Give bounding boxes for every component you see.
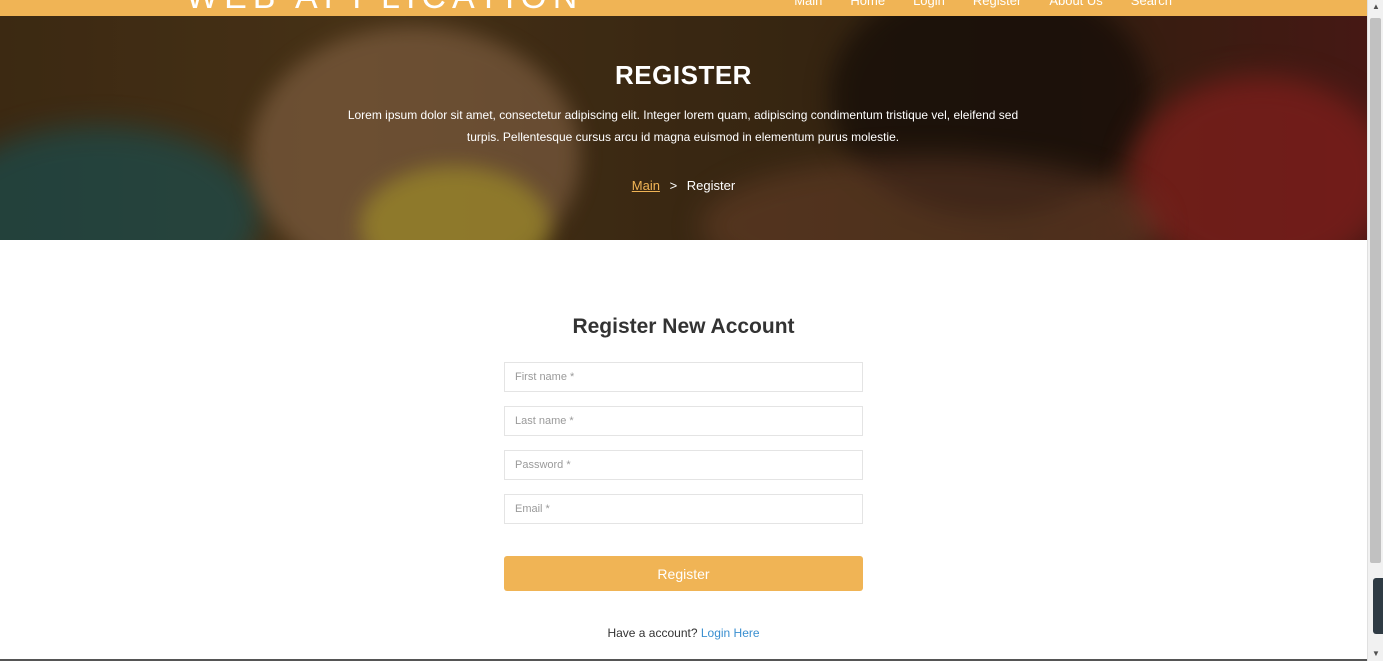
- breadcrumb-main-link[interactable]: Main: [632, 178, 660, 193]
- scrollbar-thumb[interactable]: [1370, 18, 1381, 563]
- nav-main[interactable]: Main: [794, 0, 822, 8]
- side-panel-handle[interactable]: [1373, 578, 1383, 634]
- nav-search[interactable]: Search: [1131, 0, 1172, 8]
- vertical-scrollbar[interactable]: ▲ ▼: [1367, 0, 1383, 661]
- top-navbar: WEB APPLICATION Main Home Login Register…: [0, 0, 1367, 16]
- page-title: REGISTER: [615, 60, 752, 90]
- login-here-link[interactable]: Login Here: [701, 626, 760, 640]
- nav-about-us[interactable]: About Us: [1049, 0, 1102, 8]
- main-nav: Main Home Login Register About Us Search: [794, 0, 1172, 8]
- nav-login[interactable]: Login: [913, 0, 945, 8]
- form-title: Register New Account: [572, 315, 795, 338]
- nav-home[interactable]: Home: [850, 0, 885, 8]
- last-name-field[interactable]: [504, 406, 863, 436]
- email-field[interactable]: [504, 494, 863, 524]
- breadcrumb: Main > Register: [0, 178, 1367, 193]
- nav-register[interactable]: Register: [973, 0, 1021, 8]
- breadcrumb-current: Register: [686, 178, 736, 193]
- site-logo[interactable]: WEB APPLICATION: [186, 0, 583, 16]
- first-name-field[interactable]: [504, 362, 863, 392]
- have-account-line: Have a account? Login Here: [0, 626, 1367, 640]
- hero-banner: REGISTER Lorem ipsum dolor sit amet, con…: [0, 16, 1367, 240]
- breadcrumb-separator: >: [669, 178, 678, 193]
- register-button[interactable]: Register: [504, 556, 863, 591]
- hero-description: Lorem ipsum dolor sit amet, consectetur …: [347, 108, 1019, 144]
- password-field[interactable]: [504, 450, 863, 480]
- triangle-down-icon[interactable]: ▼: [1368, 647, 1383, 661]
- triangle-up-icon[interactable]: ▲: [1368, 0, 1383, 14]
- have-account-text: Have a account?: [607, 626, 698, 640]
